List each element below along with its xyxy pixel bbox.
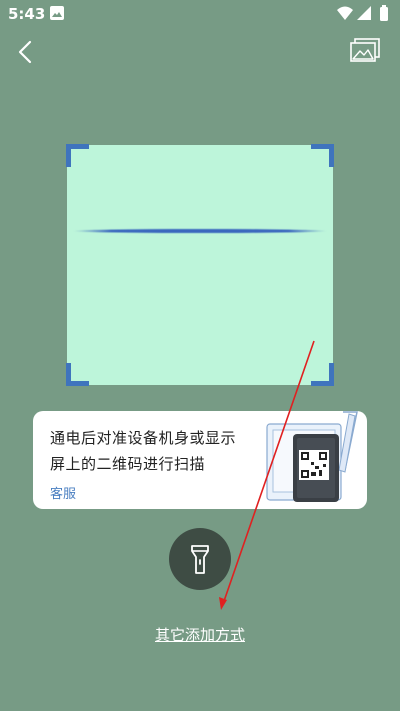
status-indicators bbox=[337, 5, 388, 21]
back-button[interactable] bbox=[12, 38, 40, 66]
status-bar: 5:43 bbox=[0, 0, 400, 28]
customer-service-link[interactable]: 客服 bbox=[50, 483, 76, 502]
gallery-button[interactable] bbox=[350, 38, 380, 66]
chevron-left-icon bbox=[18, 40, 32, 64]
status-time: 5:43 bbox=[8, 5, 46, 23]
battery-icon bbox=[380, 7, 388, 21]
hint-card: 通电后对准设备机身或显示屏上的二维码进行扫描 客服 bbox=[33, 411, 367, 509]
image-notification-icon bbox=[50, 6, 64, 20]
other-add-methods-link[interactable]: 其它添加方式 bbox=[0, 624, 400, 645]
scan-corner-top-right bbox=[311, 144, 334, 167]
scan-area bbox=[66, 144, 334, 386]
scan-line bbox=[73, 229, 327, 233]
scan-corner-bottom-left bbox=[66, 363, 89, 386]
flashlight-icon bbox=[191, 545, 209, 574]
scan-corner-bottom-right bbox=[311, 363, 334, 386]
flashlight-button[interactable] bbox=[169, 528, 231, 590]
scan-hint-text: 通电后对准设备机身或显示屏上的二维码进行扫描 bbox=[50, 429, 237, 473]
image-gallery-icon bbox=[350, 38, 380, 62]
wifi-icon bbox=[337, 6, 353, 20]
device-qr-illustration bbox=[266, 411, 358, 502]
scan-corner-top-left bbox=[66, 144, 89, 167]
signal-icon bbox=[357, 6, 371, 20]
